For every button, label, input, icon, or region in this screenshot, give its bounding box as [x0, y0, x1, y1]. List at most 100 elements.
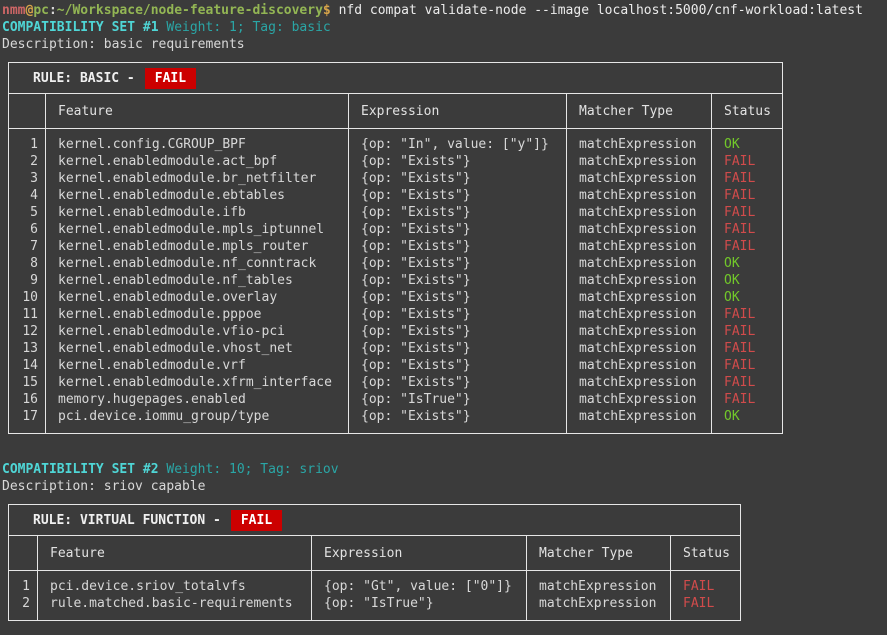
column-header-matcher-type: Matcher Type [566, 94, 711, 128]
prompt-line: nmm@pc:~/Workspace/node-feature-discover… [2, 2, 887, 19]
matcher-type-cell: matchExpression [567, 136, 711, 153]
row-number: 11 [9, 306, 38, 323]
status-cell: FAIL [712, 374, 782, 391]
column-header-expression: Expression [311, 536, 526, 570]
matcher-type-cell: matchExpression [567, 306, 711, 323]
feature-cell: kernel.enabledmodule.nf_tables [46, 272, 348, 289]
status-cell: FAIL [712, 187, 782, 204]
row-number: 7 [9, 238, 38, 255]
column-header-status: Status [711, 94, 782, 128]
expression-cell: {op: "Gt", value: ["0"]} [312, 578, 526, 595]
prompt-symbol: $ [323, 3, 339, 18]
status-cell: OK [712, 289, 782, 306]
status-cell: FAIL [712, 323, 782, 340]
row-number: 3 [9, 170, 38, 187]
matcher-type-cell: matchExpression [567, 187, 711, 204]
table-body: 1234567891011121314151617 kernel.config.… [9, 129, 782, 433]
expression-cell: {op: "Exists"} [349, 187, 566, 204]
set1-meta: Weight: 1; Tag: basic [166, 20, 330, 35]
matcher-type-cell: matchExpression [567, 170, 711, 187]
status-cell: FAIL [671, 595, 740, 612]
matcher-type-column: matchExpressionmatchExpression [526, 571, 670, 620]
feature-cell: kernel.enabledmodule.vhost_net [46, 340, 348, 357]
rule-title-row: RULE: BASIC - FAIL [9, 63, 782, 94]
status-column: FAILFAIL [670, 571, 740, 620]
rule-label: RULE: VIRTUAL FUNCTION - [33, 512, 221, 529]
expression-cell: {op: "Exists"} [349, 323, 566, 340]
expression-cell: {op: "Exists"} [349, 357, 566, 374]
column-header-expression: Expression [348, 94, 566, 128]
feature-cell: kernel.enabledmodule.xfrm_interface [46, 374, 348, 391]
matcher-type-cell: matchExpression [567, 272, 711, 289]
status-badge: FAIL [145, 68, 196, 89]
feature-cell: pci.device.sriov_totalvfs [38, 578, 311, 595]
column-header-matcher-type: Matcher Type [526, 536, 670, 570]
status-column: OKFAILFAILFAILFAILFAILFAILOKOKOKFAILFAIL… [711, 129, 782, 433]
set1-header-line: COMPATIBILITY SET #1 Weight: 1; Tag: bas… [2, 19, 887, 36]
matcher-type-cell: matchExpression [567, 391, 711, 408]
status-cell: FAIL [712, 306, 782, 323]
set2-title: COMPATIBILITY SET #2 [2, 462, 159, 477]
feature-cell: kernel.enabledmodule.pppoe [46, 306, 348, 323]
rule-label: RULE: BASIC - [33, 70, 135, 87]
status-cell: FAIL [712, 153, 782, 170]
expression-cell: {op: "Exists"} [349, 272, 566, 289]
row-number: 16 [9, 391, 38, 408]
matcher-type-cell: matchExpression [567, 289, 711, 306]
matcher-type-cell: matchExpression [567, 204, 711, 221]
expression-cell: {op: "IsTrue"} [349, 391, 566, 408]
feature-column: pci.device.sriov_totalvfsrule.matched.ba… [37, 571, 311, 620]
matcher-type-cell: matchExpression [527, 595, 670, 612]
row-number: 12 [9, 323, 38, 340]
feature-cell: kernel.enabledmodule.overlay [46, 289, 348, 306]
expression-cell: {op: "IsTrue"} [312, 595, 526, 612]
matcher-type-cell: matchExpression [527, 578, 670, 595]
feature-cell: kernel.enabledmodule.vfio-pci [46, 323, 348, 340]
prompt-separator: : [49, 3, 57, 18]
expression-cell: {op: "Exists"} [349, 204, 566, 221]
status-cell: FAIL [712, 221, 782, 238]
set1-description: Description: basic requirements [2, 36, 887, 53]
rule-table-virtual-function: RULE: VIRTUAL FUNCTION - FAIL Feature Ex… [8, 504, 741, 621]
feature-cell: kernel.enabledmodule.vrf [46, 357, 348, 374]
index-column: 12 [9, 571, 37, 620]
matcher-type-cell: matchExpression [567, 408, 711, 425]
row-number: 4 [9, 187, 38, 204]
matcher-type-cell: matchExpression [567, 238, 711, 255]
row-number: 5 [9, 204, 38, 221]
status-cell: OK [712, 255, 782, 272]
expression-cell: {op: "Exists"} [349, 289, 566, 306]
feature-cell: kernel.enabledmodule.br_netfilter [46, 170, 348, 187]
feature-cell: kernel.enabledmodule.ebtables [46, 187, 348, 204]
row-number: 13 [9, 340, 38, 357]
column-header-status: Status [670, 536, 740, 570]
feature-cell: kernel.enabledmodule.ifb [46, 204, 348, 221]
row-number: 15 [9, 374, 38, 391]
column-header-index [9, 94, 45, 128]
feature-cell: kernel.enabledmodule.mpls_iptunnel [46, 221, 348, 238]
index-column: 1234567891011121314151617 [9, 129, 45, 433]
column-header-feature: Feature [45, 94, 348, 128]
table-header-row: Feature Expression Matcher Type Status [9, 536, 740, 571]
status-cell: FAIL [712, 340, 782, 357]
status-cell: FAIL [712, 204, 782, 221]
expression-cell: {op: "In", value: ["y"]} [349, 136, 566, 153]
set2-description: Description: sriov capable [2, 478, 887, 495]
expression-cell: {op: "Exists"} [349, 221, 566, 238]
matcher-type-cell: matchExpression [567, 374, 711, 391]
expression-cell: {op: "Exists"} [349, 408, 566, 425]
prompt-path: ~/Workspace/node-feature-discovery [57, 3, 323, 18]
expression-column: {op: "In", value: ["y"]}{op: "Exists"}{o… [348, 129, 566, 433]
feature-cell: memory.hugepages.enabled [46, 391, 348, 408]
expression-cell: {op: "Exists"} [349, 374, 566, 391]
column-header-index [9, 536, 37, 570]
terminal-window: nmm@pc:~/Workspace/node-feature-discover… [0, 0, 887, 621]
table-body: 12 pci.device.sriov_totalvfsrule.matched… [9, 571, 740, 620]
prompt-host: pc [33, 3, 49, 18]
row-number: 17 [9, 408, 38, 425]
row-number: 8 [9, 255, 38, 272]
status-badge: FAIL [231, 510, 282, 531]
set1-title: COMPATIBILITY SET #1 [2, 20, 159, 35]
row-number: 1 [9, 578, 30, 595]
expression-cell: {op: "Exists"} [349, 170, 566, 187]
